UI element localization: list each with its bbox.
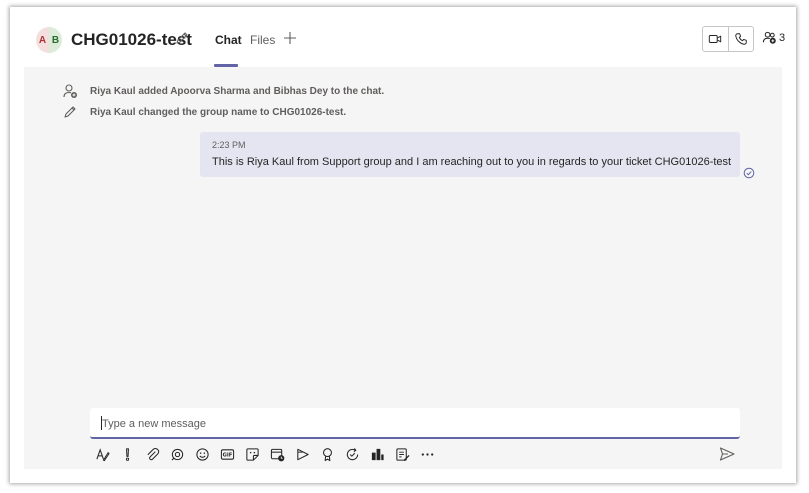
video-call-button[interactable]	[703, 27, 728, 51]
sent-check-icon	[743, 167, 755, 179]
teams-chat-app: A B CHG01026-test Chat Files 3 Riya Kaul…	[24, 21, 785, 469]
system-message: Riya Kaul changed the group name to CHG0…	[62, 104, 346, 120]
group-avatar[interactable]: A B	[36, 27, 62, 53]
audio-call-button[interactable]	[727, 27, 754, 51]
participants-button[interactable]: 3	[762, 30, 785, 45]
system-message-text: Riya Kaul added Apoorva Sharma and Bibha…	[90, 85, 385, 97]
emoji-icon[interactable]	[194, 446, 211, 463]
chat-header: A B CHG01026-test Chat Files 3	[24, 21, 785, 67]
window-frame: A B CHG01026-test Chat Files 3 Riya Kaul…	[10, 7, 796, 483]
loop-icon[interactable]	[169, 446, 186, 463]
add-tab-icon[interactable]	[282, 30, 298, 46]
schedule-meeting-icon[interactable]	[269, 446, 286, 463]
phone-icon	[735, 33, 747, 45]
more-options-icon[interactable]	[419, 446, 436, 463]
tab-chat[interactable]: Chat	[215, 32, 242, 48]
video-camera-icon	[709, 35, 722, 43]
avatar-initial-b: B	[49, 27, 62, 53]
attach-icon[interactable]	[144, 446, 161, 463]
updates-icon[interactable]	[344, 446, 361, 463]
send-icon[interactable]	[719, 446, 735, 462]
call-buttons	[702, 26, 754, 52]
system-message-text: Riya Kaul changed the group name to CHG0…	[90, 106, 347, 118]
praise-icon[interactable]	[319, 446, 336, 463]
message-text: This is Riya Kaul from Support group and…	[212, 156, 732, 168]
message-input[interactable]	[100, 414, 724, 434]
gif-icon[interactable]: GIF	[219, 446, 236, 463]
important-icon[interactable]	[119, 446, 136, 463]
compose-toolbar: GIF	[94, 445, 444, 463]
stream-icon[interactable]	[294, 446, 311, 463]
avatar-initial-a: A	[36, 27, 49, 53]
message-timestamp: 2:23 PM	[212, 140, 246, 150]
format-icon[interactable]	[94, 446, 111, 463]
person-add-icon	[63, 84, 77, 98]
system-message: Riya Kaul added Apoorva Sharma and Bibha…	[62, 83, 384, 99]
active-tab-indicator	[214, 64, 238, 67]
sticker-icon[interactable]	[244, 446, 261, 463]
tab-files[interactable]: Files	[250, 32, 275, 48]
message-bubble[interactable]: 2:23 PM This is Riya Kaul from Support g…	[200, 132, 740, 177]
app-icon[interactable]	[369, 446, 386, 463]
message-composer[interactable]	[90, 408, 740, 439]
pencil-icon	[64, 106, 76, 118]
svg-text:GIF: GIF	[223, 452, 233, 458]
text-caret	[101, 416, 102, 430]
edit-name-icon[interactable]	[174, 30, 190, 46]
participant-count: 3	[779, 31, 786, 44]
approvals-icon[interactable]	[394, 446, 411, 463]
people-icon	[762, 31, 776, 44]
